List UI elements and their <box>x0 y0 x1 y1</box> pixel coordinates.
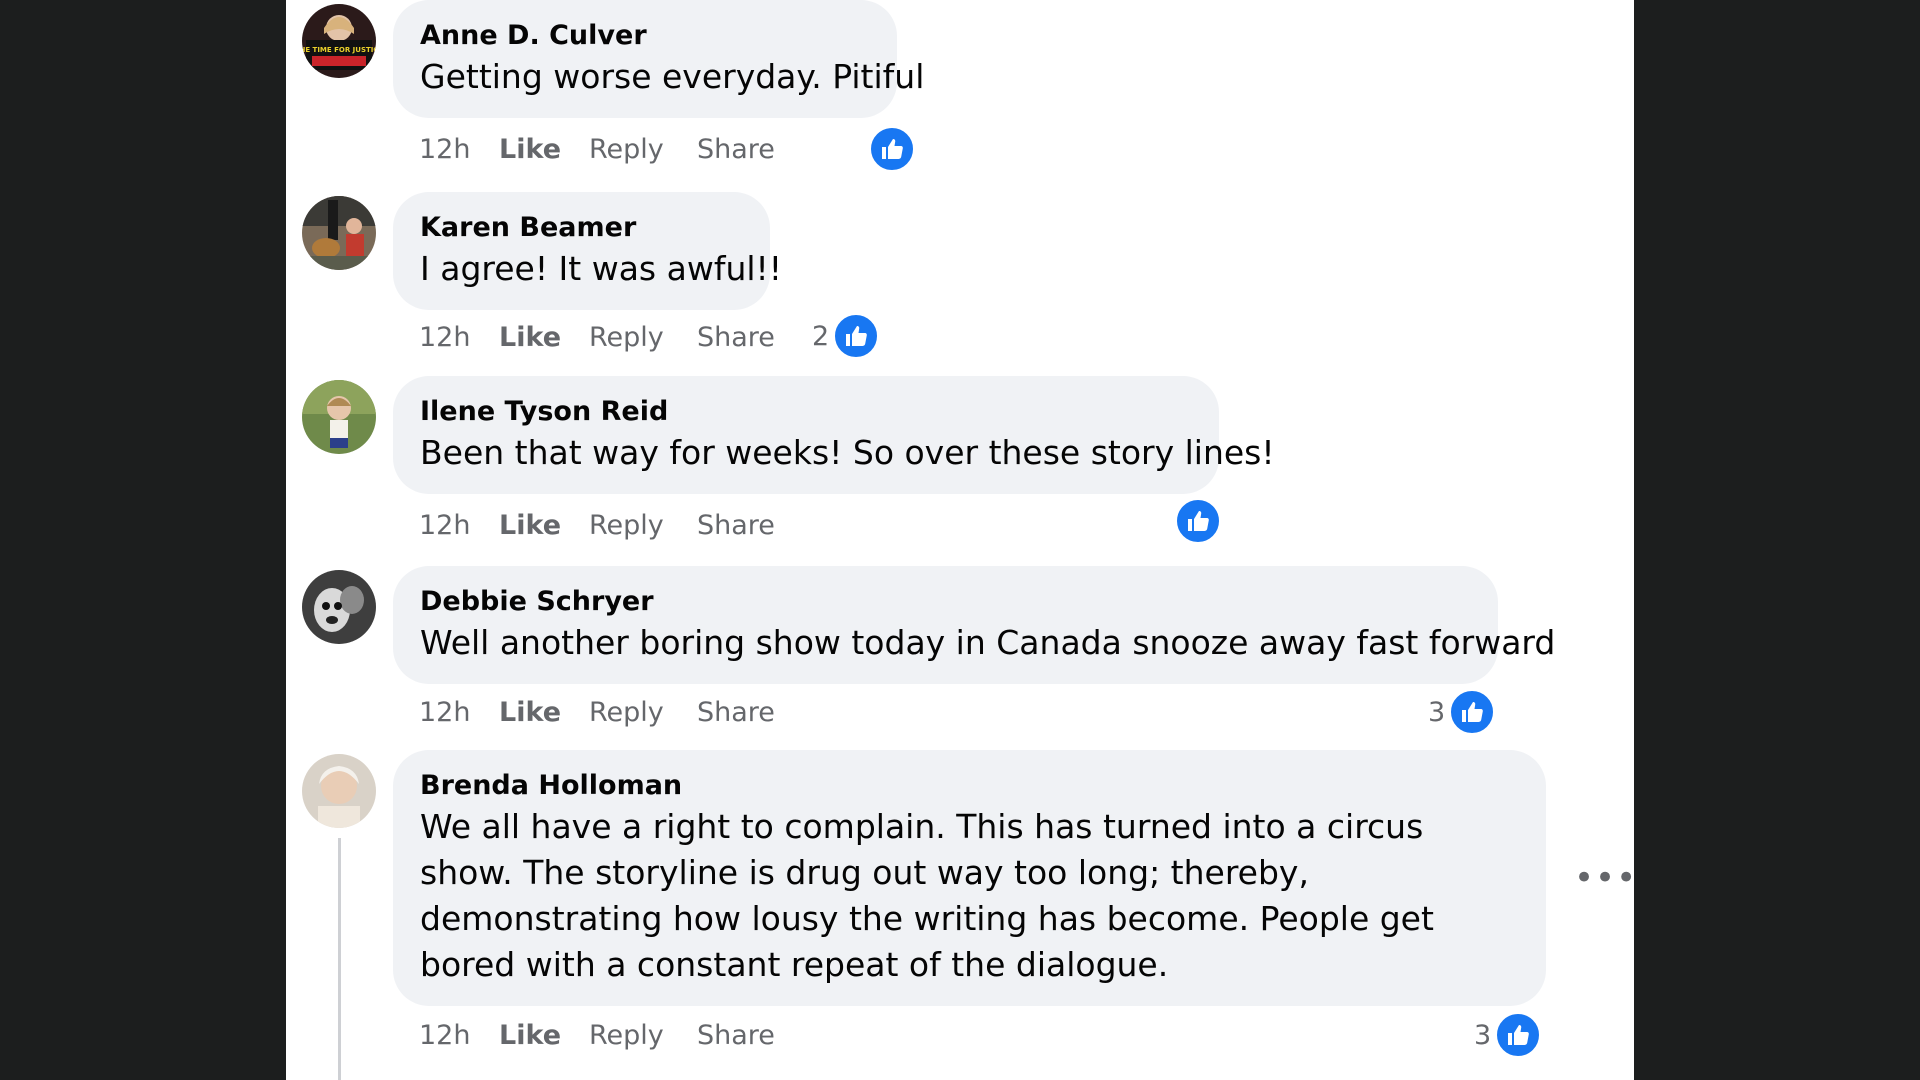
reaction-count: 3 <box>1428 696 1446 728</box>
avatar[interactable] <box>302 380 376 454</box>
share-link[interactable]: Share <box>697 1016 797 1056</box>
avatar[interactable] <box>302 754 376 828</box>
share-link[interactable]: Share <box>697 693 797 733</box>
comment-actions: 12h Like Reply Share <box>419 506 797 546</box>
reply-thread-line <box>338 838 341 1080</box>
comment-text: Well another boring show today in Canada… <box>420 623 1556 662</box>
comment-text: We all have a right to complain. This ha… <box>420 807 1434 984</box>
avatar[interactable] <box>302 196 376 270</box>
share-link[interactable]: Share <box>697 506 797 546</box>
comment-author[interactable]: Karen Beamer <box>420 210 743 246</box>
share-link[interactable]: Share <box>697 130 797 170</box>
reaction-summary[interactable] <box>865 126 915 172</box>
comment-text: Getting worse everyday. Pitiful <box>420 57 925 96</box>
comment-actions: 12h Like Reply Share <box>419 318 797 358</box>
reaction-summary[interactable]: 3 <box>1474 1012 1542 1058</box>
avatar[interactable] <box>302 570 376 644</box>
reaction-summary[interactable] <box>1171 498 1221 544</box>
like-link[interactable]: Like <box>499 1016 589 1056</box>
avatar[interactable]: THE TIME FOR JUSTICE <box>302 4 376 78</box>
reaction-summary[interactable]: 3 <box>1428 689 1496 735</box>
like-link[interactable]: Like <box>499 506 589 546</box>
like-link[interactable]: Like <box>499 130 589 170</box>
comment-text: I agree! It was awful!! <box>420 249 782 288</box>
reply-link[interactable]: Reply <box>589 130 697 170</box>
like-reaction-icon <box>1449 689 1496 735</box>
like-reaction-icon <box>1495 1012 1542 1058</box>
reply-link[interactable]: Reply <box>589 506 697 546</box>
comment-bubble: Debbie Schryer Well another boring show … <box>393 566 1556 684</box>
reaction-count: 3 <box>1474 1019 1492 1051</box>
comment-timestamp[interactable]: 12h <box>419 693 499 733</box>
like-reaction-icon <box>1175 498 1221 544</box>
comment-actions: 12h Like Reply Share <box>419 1016 797 1056</box>
comment-timestamp[interactable]: 12h <box>419 130 499 170</box>
comment-bubble: Karen Beamer I agree! It was awful!! <box>393 192 782 310</box>
comment-actions: 12h Like Reply Share <box>419 130 797 170</box>
comment-timestamp[interactable]: 12h <box>419 506 499 546</box>
like-link[interactable]: Like <box>499 318 589 358</box>
comment-bubble: Brenda Holloman We all have a right to c… <box>393 750 1546 1006</box>
comment-bubble: Ilene Tyson Reid Been that way for weeks… <box>393 376 1275 494</box>
comment-timestamp[interactable]: 12h <box>419 1016 499 1056</box>
comments-panel: THE TIME FOR JUSTICE Anne D. Culver Gett… <box>286 0 1634 1080</box>
comment-author[interactable]: Brenda Holloman <box>420 768 1519 804</box>
reply-link[interactable]: Reply <box>589 1016 697 1056</box>
reaction-count: 2 <box>812 320 830 352</box>
comment-bubble: Anne D. Culver Getting worse everyday. P… <box>393 0 925 118</box>
like-reaction-icon <box>869 126 915 172</box>
like-reaction-icon <box>833 313 880 359</box>
reply-link[interactable]: Reply <box>589 318 697 358</box>
share-link[interactable]: Share <box>697 318 797 358</box>
comment-text: Been that way for weeks! So over these s… <box>420 433 1275 472</box>
reaction-summary[interactable]: 2 <box>812 313 880 359</box>
comment-actions: 12h Like Reply Share <box>419 693 797 733</box>
reply-link[interactable]: Reply <box>589 693 697 733</box>
comment-author[interactable]: Debbie Schryer <box>420 584 1471 620</box>
more-options-icon[interactable]: ••• <box>1574 861 1634 895</box>
like-link[interactable]: Like <box>499 693 589 733</box>
comment-author[interactable]: Ilene Tyson Reid <box>420 394 1192 430</box>
avatar-badge-text: THE TIME FOR JUSTICE <box>302 46 376 54</box>
comment-timestamp[interactable]: 12h <box>419 318 499 358</box>
comment-author[interactable]: Anne D. Culver <box>420 18 870 54</box>
